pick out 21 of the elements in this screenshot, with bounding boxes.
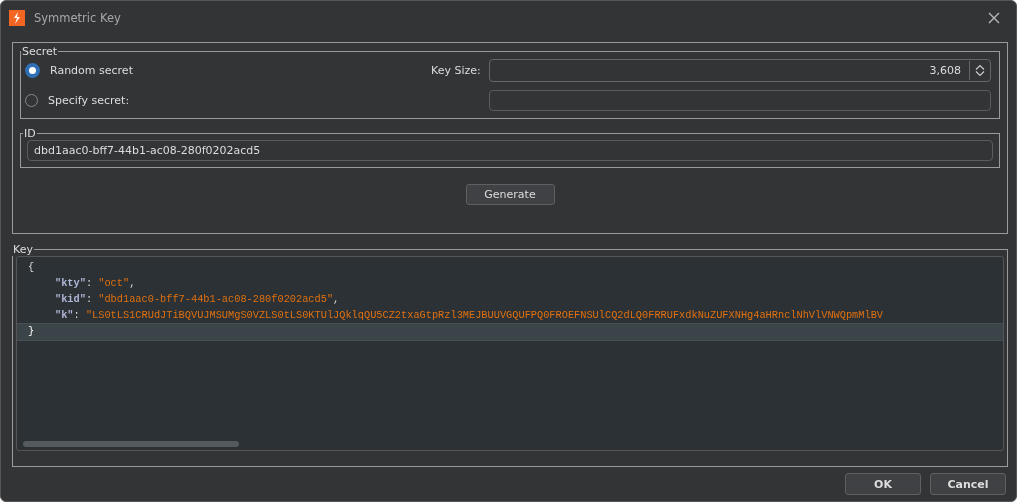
code-line: "kid": "dbd1aac0-bff7-44b1-ac08-280f0202acd5", xyxy=(54,292,341,307)
field-label: Key Size: xyxy=(431,63,482,77)
radio-option[interactable]: Random secret xyxy=(25,58,431,82)
secret-input-field[interactable] xyxy=(489,89,991,111)
key-size-spinbox[interactable]: 3,608 xyxy=(489,58,991,82)
lightning-bolt-icon xyxy=(9,10,25,26)
radio-option[interactable]: Specify secret: xyxy=(25,88,431,112)
code-line: { xyxy=(27,260,36,275)
group-title: ID xyxy=(23,127,37,140)
window-title: Symmetric Key xyxy=(34,11,121,25)
code-line: "kty": "oct", xyxy=(54,276,137,291)
dialog-button[interactable]: OK xyxy=(845,473,921,495)
radio-button[interactable] xyxy=(25,62,40,78)
close-icon[interactable] xyxy=(988,12,1000,24)
group-title: Secret xyxy=(21,45,59,58)
id-input-field[interactable]: dbd1aac0-bff7-44b1-ac08-280f0202acd5 xyxy=(27,140,993,161)
dialog-button[interactable]: Cancel xyxy=(930,473,1006,495)
group-title: Key xyxy=(12,243,34,256)
generate-button[interactable]: Generate xyxy=(465,184,555,205)
code-editor[interactable]: { "kty": "oct", "kid": "dbd1aac0-bff7-44b1-ac08-280f0202acd5", "k": "LS0tLS1CRUdJTiBQVUJMSUMgS0VZLS0tLS0KTUlJQklqQU5CZ2txaGtpRzl3MEJBUUVGQUFPQ0FROEFNSUlCQ2dLQ0FRRUFxdkNuZUFXNHg4aHRnclNhVlVNWQpmMlBV } xyxy=(16,256,1004,451)
code-line: "k": "LS0tLS1CRUdJTiBQVUJMSUMgS0VZLS0tLS0KTUlJQklqQU5CZ2txaGtpRzl3MEJBUUVGQUFPQ0FROEFNSUlCQ2dLQ0FRRUFxdkNuZUFXNHg4aHRnclNhVlVNWQpmMlBV xyxy=(54,308,884,323)
